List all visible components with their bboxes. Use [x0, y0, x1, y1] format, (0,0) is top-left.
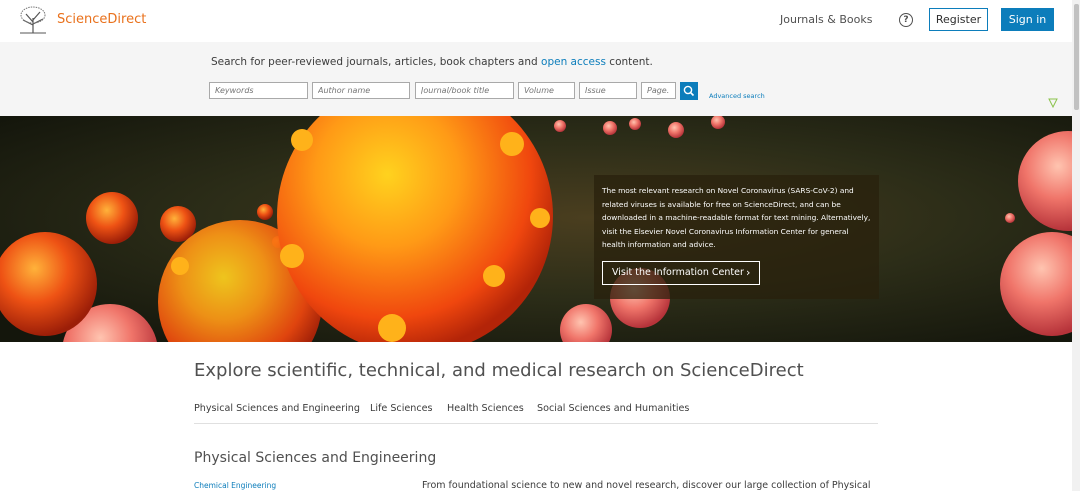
section-description: From foundational science to new and nov…: [422, 480, 871, 491]
hero-banner: The most relevant research on Novel Coro…: [0, 116, 1072, 342]
feedback-icon[interactable]: [1048, 98, 1058, 108]
keywords-input[interactable]: [209, 82, 308, 99]
brand-name[interactable]: ScienceDirect: [57, 12, 146, 27]
help-icon[interactable]: ?: [899, 13, 913, 27]
journals-books-link[interactable]: Journals & Books: [780, 13, 872, 26]
visit-button-label: Visit the Information Center: [612, 267, 744, 278]
coronavirus-image: [0, 116, 1072, 342]
covid-info-text: The most relevant research on Novel Coro…: [602, 186, 871, 249]
elsevier-tree-logo[interactable]: [18, 6, 48, 34]
search-intro-end: content.: [605, 56, 653, 68]
advanced-search-link[interactable]: Advanced search: [709, 92, 765, 100]
scrollbar-thumb[interactable]: [1074, 4, 1079, 110]
search-intro: Search for peer-reviewed journals, artic…: [211, 56, 653, 68]
author-name-input[interactable]: [312, 82, 410, 99]
info-panel: The most relevant research on Novel Coro…: [594, 175, 879, 299]
register-button[interactable]: Register: [929, 8, 988, 31]
issue-input[interactable]: [579, 82, 637, 99]
page-input[interactable]: [641, 82, 676, 99]
subject-tabs: Physical Sciences and Engineering Life S…: [194, 403, 878, 424]
chevron-right-icon: ›: [746, 266, 751, 279]
tab-life-sciences[interactable]: Life Sciences: [370, 403, 433, 414]
open-access-link[interactable]: open access: [541, 56, 606, 68]
sign-in-button[interactable]: Sign in: [1001, 8, 1054, 31]
volume-input[interactable]: [518, 82, 575, 99]
search-intro-text: Search for peer-reviewed journals, artic…: [211, 56, 542, 68]
search-icon: [683, 85, 695, 97]
explore-title: Explore scientific, technical, and medic…: [194, 360, 804, 381]
section-title: Physical Sciences and Engineering: [194, 450, 437, 466]
site-header: ScienceDirect Journals & Books ? Registe…: [0, 0, 1072, 42]
tab-health-sciences[interactable]: Health Sciences: [447, 403, 524, 414]
visit-information-center-button[interactable]: Visit the Information Center ›: [602, 261, 760, 285]
search-button[interactable]: [680, 82, 698, 100]
search-panel: Search for peer-reviewed journals, artic…: [0, 42, 1072, 116]
tab-social-sciences[interactable]: Social Sciences and Humanities: [537, 403, 689, 414]
chemical-engineering-link[interactable]: Chemical Engineering: [194, 481, 276, 490]
journal-title-input[interactable]: [415, 82, 514, 99]
tab-physical-sciences[interactable]: Physical Sciences and Engineering: [194, 403, 360, 414]
